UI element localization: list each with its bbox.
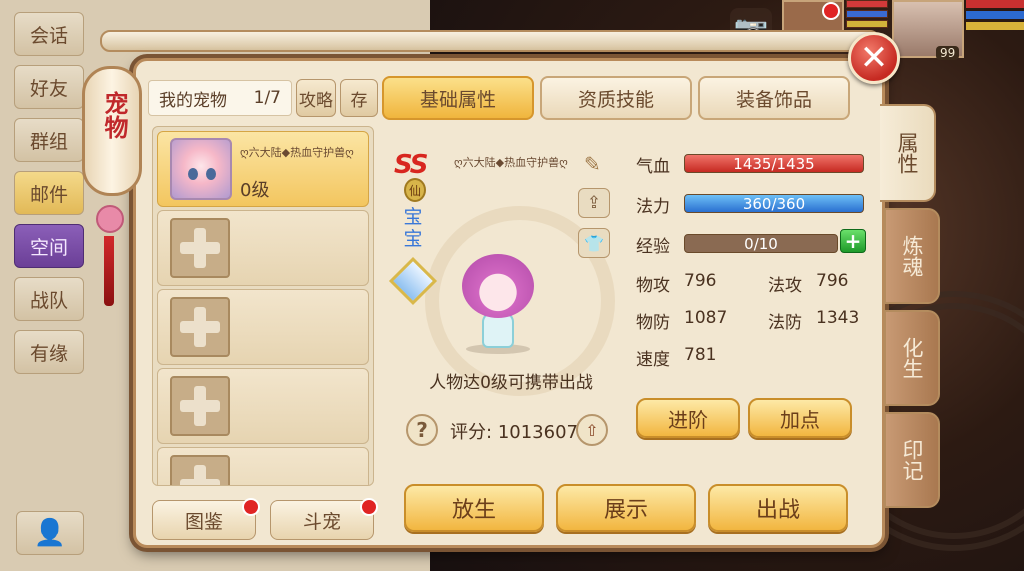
my-pets-count: 1/7 <box>253 88 281 108</box>
side-tab-friends[interactable]: 好友 <box>14 65 84 109</box>
help-icon[interactable]: ? <box>406 414 438 446</box>
tab-equipment-accessories[interactable]: 装备饰品 <box>698 76 850 120</box>
side-tab-mail[interactable]: 邮件 <box>14 171 84 215</box>
codex-button[interactable]: 图鉴 <box>152 500 256 540</box>
codex-notification-dot <box>242 498 260 516</box>
speed-label: 速度 <box>636 350 670 370</box>
pet-display: SS 仙 宝宝 ღ六大陆◆热血守护兽ღ ✎ ⇪ 👕 人物达0级可携带出战 ? 评… <box>380 124 620 464</box>
side-tab-groups[interactable]: 群组 <box>14 118 84 162</box>
lantern-title-text: 宠物 <box>100 91 128 139</box>
vtab-refine-soul-label: 炼魂 <box>900 235 924 277</box>
add-pet-plus-icon <box>170 297 230 357</box>
pet-model[interactable] <box>456 248 540 354</box>
guide-button[interactable]: 攻略 <box>296 79 336 117</box>
pet-list[interactable]: ღ六大陆◆热血守护兽ღ 0级 <box>152 126 374 486</box>
social-sidebar: 会话 好友 群组 邮件 空间 战队 有缘 <box>14 12 86 383</box>
hp-bar: 1435/1435 <box>684 154 864 173</box>
phys-atk-label: 物攻 <box>636 276 670 296</box>
add-pet-plus-icon <box>170 376 230 436</box>
pet-type-label: 宝宝 <box>403 206 423 250</box>
vtab-mark-label: 印记 <box>900 439 924 481</box>
add-pet-plus-icon <box>170 218 230 278</box>
advance-button[interactable]: 进阶 <box>636 398 740 438</box>
vtab-attributes[interactable]: 属性 <box>880 104 936 202</box>
speed-value: 781 <box>684 345 717 365</box>
panel-top-decoration <box>100 30 880 52</box>
phys-def-label: 物防 <box>636 313 670 333</box>
mag-def-label: 法防 <box>768 313 802 333</box>
outfit-icon[interactable]: 👕 <box>578 228 610 258</box>
pet-slot-empty[interactable] <box>157 210 369 286</box>
mag-atk-label: 法攻 <box>768 276 802 296</box>
hp-label: 气血 <box>636 157 670 177</box>
tab-aptitude-skills[interactable]: 资质技能 <box>540 76 692 120</box>
side-tab-chat[interactable]: 会话 <box>14 12 84 56</box>
side-tab-fate[interactable]: 有缘 <box>14 330 84 374</box>
vtab-refine-soul[interactable]: 炼魂 <box>884 208 940 304</box>
store-button[interactable]: 存 <box>340 79 378 117</box>
vtab-mark[interactable]: 印记 <box>884 412 940 508</box>
release-button[interactable]: 放生 <box>404 484 544 532</box>
pet-slot-1[interactable]: ღ六大陆◆热血守护兽ღ 0级 <box>157 131 369 207</box>
mag-def-value: 1343 <box>816 308 860 328</box>
pet-slot-name: ღ六大陆◆热血守护兽ღ <box>240 146 354 159</box>
mp-bar: 360/360 <box>684 194 864 213</box>
vtab-attributes-label: 属性 <box>895 132 919 174</box>
fight-button[interactable]: 出战 <box>708 484 848 532</box>
pet-slot-empty[interactable] <box>157 368 369 444</box>
vtab-transform-label: 化生 <box>900 337 924 379</box>
pet-name: ღ六大陆◆热血守护兽ღ <box>454 156 568 169</box>
pet-avatar <box>170 138 232 200</box>
mag-atk-value: 796 <box>816 271 849 291</box>
score-up-icon[interactable]: ⇧ <box>576 414 608 446</box>
close-button[interactable]: ✕ <box>848 32 900 84</box>
player-level-badge: 99 <box>936 46 960 60</box>
score-label: 评分: <box>450 422 493 443</box>
share-icon[interactable]: ⇪ <box>578 188 610 218</box>
score-value: 1013607 <box>497 422 578 443</box>
pet-score: 评分: 1013607 <box>450 418 578 444</box>
hud-notification-dot <box>822 2 840 20</box>
tab-basic-attributes[interactable]: 基础属性 <box>382 76 534 120</box>
mp-label: 法力 <box>636 197 670 217</box>
edit-name-icon[interactable]: ✎ <box>584 152 601 176</box>
exp-label: 经验 <box>636 237 670 257</box>
vtab-transform[interactable]: 化生 <box>884 310 940 406</box>
phys-atk-value: 796 <box>684 271 717 291</box>
player-status-bars <box>966 0 1024 42</box>
side-tab-team[interactable]: 战队 <box>14 277 84 321</box>
carry-hint: 人物达0级可携带出战 <box>429 373 593 393</box>
add-pet-plus-icon <box>170 455 230 485</box>
hp-text: 1435/1435 <box>733 154 815 173</box>
show-button[interactable]: 展示 <box>556 484 696 532</box>
phys-def-value: 1087 <box>684 308 728 328</box>
battle-pet-notification-dot <box>360 498 378 516</box>
add-exp-plus-icon[interactable]: + <box>840 229 866 253</box>
mp-text: 360/360 <box>742 194 806 213</box>
pet-rank-badge: SS <box>394 150 429 180</box>
exp-text: 0/10 <box>744 234 778 253</box>
pet-slot-empty[interactable] <box>157 447 369 485</box>
close-icon: ✕ <box>859 38 889 78</box>
my-pets-header: 我的宠物 1/7 <box>148 80 292 116</box>
side-tab-space[interactable]: 空间 <box>14 224 84 268</box>
my-pets-title: 我的宠物 <box>159 90 227 111</box>
exp-bar: 0/10 <box>684 234 838 253</box>
battle-pet-button[interactable]: 斗宠 <box>270 500 374 540</box>
immortal-badge: 仙 <box>404 178 426 202</box>
pet-slot-empty[interactable] <box>157 289 369 365</box>
pet-slot-level: 0级 <box>240 180 270 201</box>
lantern-tassel-icon <box>96 205 124 233</box>
lantern-title: 宠物 <box>82 66 142 196</box>
lantern-string <box>104 236 114 306</box>
add-friend-icon[interactable]: 👤 <box>16 511 84 555</box>
add-points-button[interactable]: 加点 <box>748 398 852 438</box>
